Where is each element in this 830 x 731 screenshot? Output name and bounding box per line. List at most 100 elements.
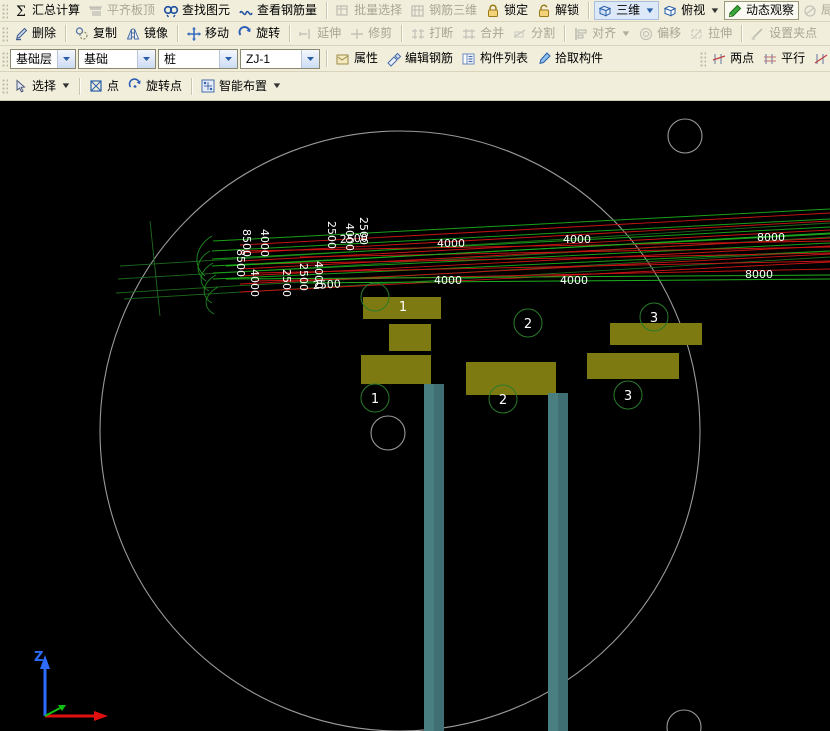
dimension-label: 2500 <box>325 221 338 249</box>
trim-button[interactable]: 修剪 <box>346 24 397 43</box>
pick-component-icon <box>536 51 552 67</box>
pick-component-button[interactable]: 拾取构件 <box>533 49 608 68</box>
chevron-down-icon[interactable] <box>137 50 155 68</box>
dimension-label: 4000 <box>560 274 588 287</box>
point-button[interactable]: 点 <box>85 77 124 96</box>
chevron-down-icon[interactable] <box>57 50 75 68</box>
toolbar-separator <box>564 25 566 42</box>
lock-label: 锁定 <box>504 2 528 19</box>
toolbar-row-draw: 选择 ▼ 点 旋转点 智能布置 ▼ <box>0 72 830 101</box>
find-element-label: 查找图元 <box>182 2 230 19</box>
chevron-down-icon[interactable]: ▼ <box>709 7 720 15</box>
parallel-label: 平行 <box>781 50 805 67</box>
extend-label: 延伸 <box>317 25 341 42</box>
batch-select-icon <box>335 3 351 19</box>
chevron-down-icon[interactable]: ▼ <box>645 7 656 15</box>
toolbar-row-edit: 删除 复制 镜像 移动 旋转 <box>0 22 830 46</box>
merge-button[interactable]: 合并 <box>458 24 509 43</box>
properties-button[interactable]: 属性 <box>332 49 383 68</box>
rotate-button[interactable]: 旋转 <box>234 24 285 43</box>
stretch-icon <box>689 26 705 42</box>
pile-cap-block <box>610 323 702 345</box>
view-3d-button[interactable]: 三维 ▼ <box>594 1 659 20</box>
lock-button[interactable]: 锁定 <box>482 1 533 20</box>
edit-rebar-button[interactable]: 编辑钢筋 <box>383 49 458 68</box>
rotate-point-icon <box>127 78 143 94</box>
toolbar-grip[interactable] <box>1 26 8 42</box>
model-canvas[interactable]: 1 1 2 2 3 <box>0 101 830 731</box>
toolbar-row-view: Σ 汇总计算 平齐板顶 查找图元 查看钢筋量 <box>0 0 830 22</box>
axis-bubble-label: 1 <box>371 392 379 407</box>
split-icon <box>512 26 528 42</box>
mirror-button[interactable]: 镜像 <box>122 24 173 43</box>
find-element-button[interactable]: 查找图元 <box>160 1 235 20</box>
component-name-select[interactable]: ZJ-1 <box>240 49 320 69</box>
partial-icon <box>802 3 818 19</box>
select-button[interactable]: 选择 ▼ <box>10 77 75 96</box>
extend-button[interactable]: 延伸 <box>295 24 346 43</box>
two-point-button[interactable]: 两点 <box>708 49 759 68</box>
floor-level-select[interactable]: 基础层 <box>10 49 76 69</box>
rotate-point-button[interactable]: 旋转点 <box>124 77 187 96</box>
chevron-down-icon[interactable]: ▼ <box>621 30 632 38</box>
dimension-label: 2500 <box>280 269 293 297</box>
batch-select-button[interactable]: 批量选择 <box>332 1 407 20</box>
chevron-down-icon[interactable] <box>219 50 237 68</box>
find-element-icon <box>163 3 179 19</box>
axis-bubble-label: 3 <box>624 389 632 404</box>
toolbar-grip[interactable] <box>1 78 8 94</box>
delete-button[interactable]: 删除 <box>10 24 61 43</box>
rebar-3d-label: 钢筋三维 <box>429 2 477 19</box>
rotate-label: 旋转 <box>256 25 280 42</box>
set-grip-label: 设置夹点 <box>769 25 817 42</box>
chevron-down-icon[interactable]: ▼ <box>271 82 282 90</box>
component-category-value: 基础 <box>79 50 137 68</box>
extend-icon <box>298 26 314 42</box>
point-icon <box>88 78 104 94</box>
parallel-button[interactable]: 平行 <box>759 49 810 68</box>
rotate-point-label: 旋转点 <box>146 78 182 95</box>
axis-bubble-label: 2 <box>499 393 507 408</box>
component-list-label: 构件列表 <box>480 50 528 67</box>
toolbar-grip[interactable] <box>699 51 706 67</box>
dynamic-observe-button[interactable]: 动态观察 <box>724 1 799 20</box>
component-list-button[interactable]: 构件列表 <box>458 49 533 68</box>
mirror-label: 镜像 <box>144 25 168 42</box>
stretch-button[interactable]: 拉伸 <box>686 24 737 43</box>
offset-button[interactable]: 偏移 <box>635 24 686 43</box>
break-button[interactable]: 打断 <box>407 24 458 43</box>
component-type-select[interactable]: 桩 <box>158 49 238 69</box>
two-point-icon <box>711 51 727 67</box>
mirror-icon <box>125 26 141 42</box>
break-icon <box>410 26 426 42</box>
summary-calc-button[interactable]: Σ 汇总计算 <box>10 1 85 20</box>
move-icon <box>186 26 202 42</box>
partial-button[interactable]: 局部 <box>799 1 830 20</box>
set-grip-button[interactable]: 设置夹点 <box>747 24 822 43</box>
axis-bubble-label: 1 <box>399 300 407 315</box>
point-angle-button[interactable]: 点角 ▼ <box>810 49 830 68</box>
smart-layout-button[interactable]: 智能布置 ▼ <box>197 77 286 96</box>
toolbar-grip[interactable] <box>1 51 8 67</box>
unlock-button[interactable]: 解锁 <box>533 1 584 20</box>
chevron-down-icon[interactable]: ▼ <box>60 82 71 90</box>
delete-icon <box>13 26 29 42</box>
align-button[interactable]: 对齐 ▼ <box>570 24 635 43</box>
align-slab-top-label: 平齐板顶 <box>107 2 155 19</box>
move-button[interactable]: 移动 <box>183 24 234 43</box>
chevron-down-icon[interactable] <box>301 50 319 68</box>
3d-model-viewport[interactable]: 1 1 2 2 3 <box>0 101 830 731</box>
top-view-button[interactable]: 俯视 ▼ <box>659 1 724 20</box>
view-rebar-quantity-button[interactable]: 查看钢筋量 <box>235 1 322 20</box>
toolbar-grip[interactable] <box>1 3 8 19</box>
copy-button[interactable]: 复制 <box>71 24 122 43</box>
toolbar-separator <box>588 2 590 19</box>
component-category-select[interactable]: 基础 <box>78 49 156 69</box>
rebar-3d-icon <box>410 3 426 19</box>
split-button[interactable]: 分割 <box>509 24 560 43</box>
rebar-3d-button[interactable]: 钢筋三维 <box>407 1 482 20</box>
dimension-label: 8500 <box>234 249 247 277</box>
select-label: 选择 <box>32 78 56 95</box>
pile-cap-block <box>389 324 431 351</box>
align-slab-top-button[interactable]: 平齐板顶 <box>85 1 160 20</box>
